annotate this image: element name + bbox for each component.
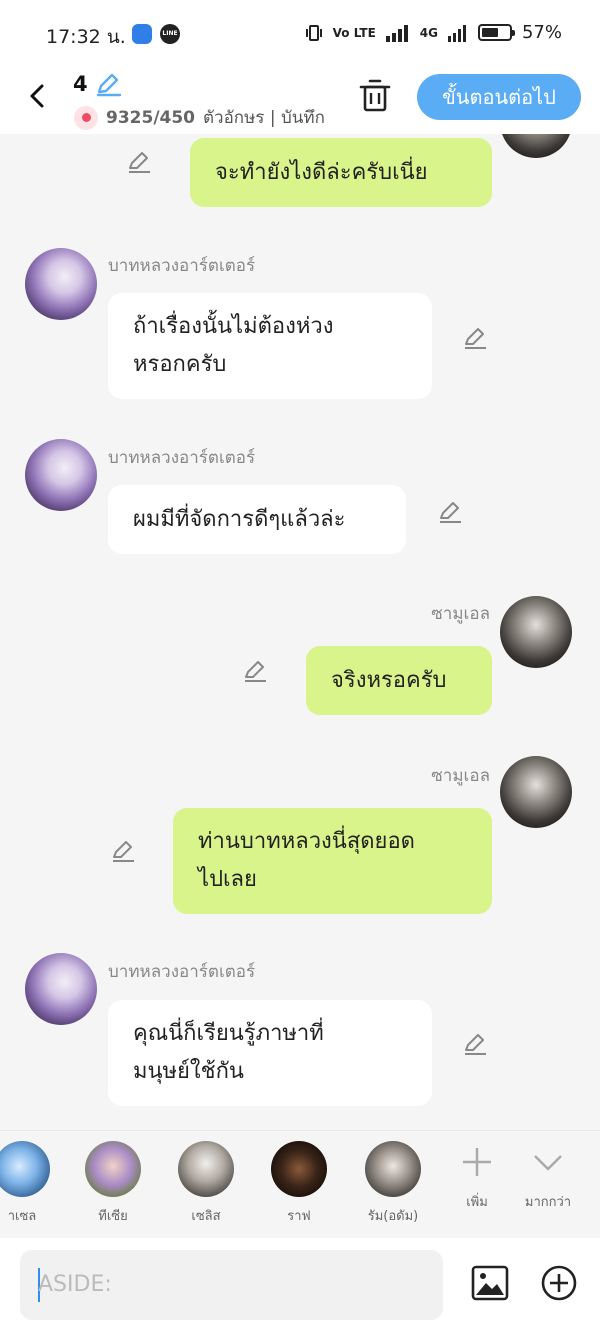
character-item[interactable]: รัม(อดัม) — [353, 1141, 433, 1226]
pencil-icon[interactable] — [242, 657, 268, 683]
character-item[interactable]: ทีเซีย — [73, 1141, 153, 1226]
character-avatar — [271, 1141, 327, 1197]
signal-icon — [385, 24, 408, 42]
chat-area: จะทำยังไงดีล่ะครับเนี่ย บาทหลวงอาร์ตเตอร… — [0, 134, 600, 1130]
pencil-icon[interactable] — [437, 498, 463, 524]
message-text: จริงหรอครับ — [331, 667, 447, 693]
plus-circle-icon[interactable] — [540, 1264, 578, 1302]
status-bar: 17:32 น. LINE Vo LTE 4G 57% — [0, 0, 600, 64]
pencil-icon[interactable] — [462, 1030, 488, 1056]
sender-name: ซามูเอล — [431, 604, 490, 624]
avatar[interactable] — [25, 439, 97, 511]
signal-icon-2 — [447, 24, 466, 42]
pencil-icon[interactable] — [126, 148, 152, 174]
character-label: าเซล — [7, 1209, 37, 1224]
image-icon[interactable] — [470, 1264, 510, 1302]
message-bubble[interactable]: จริงหรอครับ — [306, 646, 492, 715]
more-button[interactable]: มากกว่า — [513, 1145, 583, 1212]
input-bar: ASIDE: — [0, 1238, 600, 1333]
sender-name: ซามูเอล — [431, 766, 490, 786]
avatar[interactable] — [25, 953, 97, 1025]
character-label: ทีเซีย — [98, 1209, 128, 1224]
character-item[interactable]: เซลิส — [166, 1141, 246, 1226]
pencil-icon[interactable] — [110, 837, 136, 863]
network-type-icon: 4G — [419, 25, 438, 40]
character-item[interactable]: ราฟ — [259, 1141, 339, 1226]
volte-icon: Vo LTE — [332, 25, 376, 40]
avatar[interactable] — [500, 596, 572, 668]
next-step-button[interactable]: ขั้นตอนต่อไป — [417, 74, 581, 120]
message-text: ผมมีที่จัดการดีๆแล้วล่ะ — [133, 506, 346, 532]
message-bubble[interactable]: ผมมีที่จัดการดีๆแล้วล่ะ — [108, 485, 406, 554]
notification-app-icon — [132, 24, 152, 44]
plus-icon — [463, 1148, 491, 1176]
more-label: มากกว่า — [524, 1195, 572, 1210]
message-text-line: ท่านบาทหลวงนี่สุดยอด — [198, 829, 415, 854]
add-label: เพิ่ม — [466, 1195, 488, 1210]
character-avatar — [85, 1141, 141, 1197]
editor-header: 4 9325/450 ตัวอักษร | บันทึก ขั้นตอนต่อไ… — [0, 64, 600, 134]
line-app-icon: LINE — [160, 24, 180, 44]
status-time: 17:32 น. — [46, 26, 126, 48]
character-avatar — [178, 1141, 234, 1197]
input-placeholder: ASIDE: — [38, 1272, 112, 1297]
sender-name: บาทหลวงอาร์ตเตอร์ — [108, 448, 256, 468]
character-counter: 9325/450 ตัวอักษร | บันทึก — [74, 104, 325, 131]
character-label: ราฟ — [287, 1209, 311, 1224]
message-bubble[interactable]: ถ้าเรื่องนั้นไม่ต้องห่วง หรอกครับ — [108, 293, 432, 399]
character-avatar — [0, 1141, 50, 1197]
message-input[interactable]: ASIDE: — [20, 1250, 443, 1320]
pencil-icon[interactable] — [94, 70, 122, 98]
character-avatar — [365, 1141, 421, 1197]
battery-icon — [477, 24, 515, 41]
character-label: เซลิส — [191, 1209, 221, 1224]
add-character-button[interactable]: เพิ่ม — [442, 1145, 512, 1212]
message-text-line: หรอกครับ — [133, 352, 227, 377]
character-item[interactable]: าเซล — [0, 1141, 62, 1226]
trash-icon[interactable] — [358, 78, 392, 114]
battery-percent: 57% — [521, 22, 562, 43]
avatar[interactable] — [500, 756, 572, 828]
message-bubble[interactable]: จะทำยังไงดีล่ะครับเนี่ย — [190, 138, 492, 207]
message-text-line: ไปเลย — [198, 867, 257, 892]
message-text-line: ถ้าเรื่องนั้นไม่ต้องห่วง — [133, 314, 334, 339]
chapter-number: 4 — [73, 72, 88, 96]
message-text: จะทำยังไงดีล่ะครับเนี่ย — [215, 159, 428, 185]
avatar[interactable] — [500, 134, 572, 158]
chevron-down-icon — [534, 1155, 562, 1171]
back-arrow-icon[interactable] — [20, 76, 56, 116]
pencil-icon[interactable] — [462, 324, 488, 350]
bell-icon — [74, 105, 98, 130]
character-selector: าเซล ทีเซีย เซลิส ราฟ รัม(อดัม) เพิ่ม มา… — [0, 1130, 600, 1238]
sender-name: บาทหลวงอาร์ตเตอร์ — [108, 962, 256, 982]
avatar[interactable] — [25, 248, 97, 320]
message-bubble[interactable]: ท่านบาทหลวงนี่สุดยอด ไปเลย — [173, 808, 492, 914]
counter-value: 9325/450 — [106, 107, 196, 128]
message-text-line: มนุษย์ใช้กัน — [133, 1059, 244, 1084]
vibrate-icon — [305, 24, 322, 41]
message-bubble[interactable]: คุณนี่ก็เรียนรู้ภาษาที่ มนุษย์ใช้กัน — [108, 1000, 432, 1106]
message-text-line: คุณนี่ก็เรียนรู้ภาษาที่ — [133, 1021, 324, 1046]
status-icons: Vo LTE 4G 57% — [305, 22, 562, 43]
character-label: รัม(อดัม) — [367, 1209, 419, 1224]
sender-name: บาทหลวงอาร์ตเตอร์ — [108, 256, 256, 276]
counter-label: ตัวอักษร | บันทึก — [203, 108, 325, 128]
